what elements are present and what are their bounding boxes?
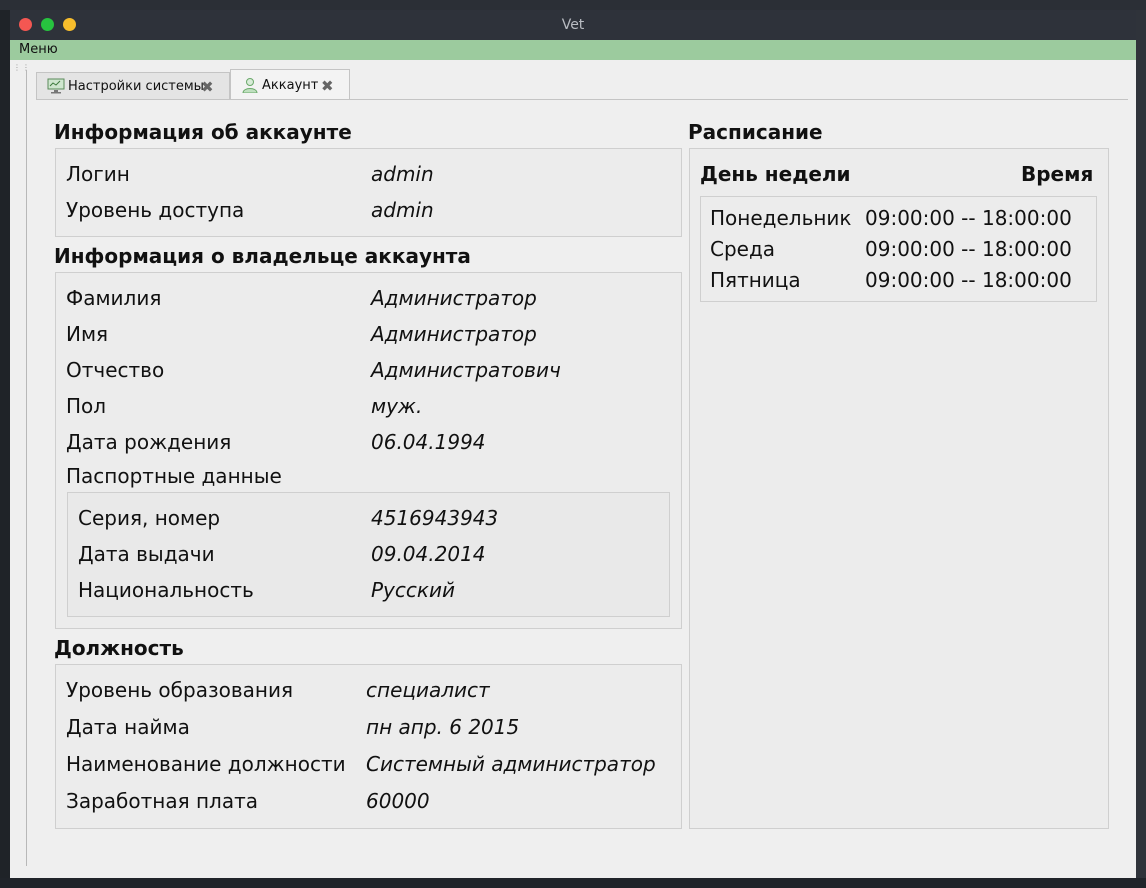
tab-account[interactable]: Аккаунт ✖	[230, 69, 350, 100]
schedule-time: 09:00:00 -- 18:00:00	[865, 268, 1072, 292]
nationality-value: Русский	[371, 578, 455, 602]
passport-number-value: 4516943943	[371, 506, 499, 530]
nationality-label: Национальность	[78, 578, 254, 602]
schedule-time: 09:00:00 -- 18:00:00	[865, 237, 1072, 261]
tab-label: Настройки системы	[68, 79, 204, 94]
tab-bar-divider	[36, 99, 1128, 100]
desktop-left-strip	[0, 10, 10, 880]
job-title-value: Системный администратор	[366, 752, 656, 776]
access-level-value: admin	[371, 198, 434, 222]
owner-info-heading: Информация о владельце аккаунта	[54, 244, 471, 268]
desktop-right-strip	[1136, 10, 1146, 880]
close-tab-icon[interactable]: ✖	[321, 77, 334, 95]
passport-panel: Серия, номер 4516943943 Дата выдачи 09.0…	[67, 492, 670, 617]
schedule-day: Понедельник	[710, 206, 852, 230]
owner-info-panel: Фамилия Администратор Имя Администратор …	[55, 272, 682, 629]
schedule-day: Пятница	[710, 268, 801, 292]
desktop-top-strip	[0, 0, 1146, 10]
salary-value: 60000	[366, 789, 430, 813]
schedule-panel: День недели Время Понедельник 09:00:00 -…	[689, 148, 1109, 829]
position-heading: Должность	[54, 636, 184, 660]
gender-label: Пол	[66, 394, 107, 418]
passport-label: Паспортные данные	[66, 464, 282, 488]
surname-value: Администратор	[371, 286, 537, 310]
day-column-header: День недели	[700, 162, 851, 186]
hire-date-label: Дата найма	[66, 715, 190, 739]
surname-label: Фамилия	[66, 286, 162, 310]
education-value: специалист	[366, 678, 490, 702]
schedule-table: Понедельник 09:00:00 -- 18:00:00 Среда 0…	[700, 196, 1097, 302]
monitor-icon	[47, 78, 65, 94]
first-name-label: Имя	[66, 322, 109, 346]
schedule-heading: Расписание	[688, 120, 823, 144]
schedule-day: Среда	[710, 237, 776, 261]
account-info-panel: Логин admin Уровень доступа admin	[55, 148, 682, 237]
close-tab-icon[interactable]: ✖	[201, 78, 214, 96]
education-label: Уровень образования	[66, 678, 293, 702]
desktop-bottom-strip	[0, 878, 1146, 888]
window-title: Vet	[561, 17, 585, 33]
patronymic-label: Отчество	[66, 358, 165, 382]
job-title-label: Наименование должности	[66, 752, 346, 776]
birth-date-label: Дата рождения	[66, 430, 232, 454]
resize-grip[interactable]: ⋮⋮	[13, 63, 31, 72]
schedule-time: 09:00:00 -- 18:00:00	[865, 206, 1072, 230]
access-level-label: Уровень доступа	[66, 198, 245, 222]
menu-item-menu[interactable]: Меню	[19, 42, 58, 57]
login-value: admin	[371, 162, 434, 186]
user-icon	[242, 78, 258, 93]
hire-date-value: пн апр. 6 2015	[366, 715, 520, 739]
splitter-line	[26, 70, 27, 866]
position-panel: Уровень образования специалист Дата найм…	[55, 664, 682, 829]
app-window: Vet Меню ⋮⋮ Настройки системы ✖ Аккаунт …	[10, 10, 1136, 878]
first-name-value: Администратор	[371, 322, 537, 346]
title-bar[interactable]: Vet	[10, 10, 1136, 40]
login-label: Логин	[66, 162, 130, 186]
birth-date-value: 06.04.1994	[371, 430, 486, 454]
passport-number-label: Серия, номер	[78, 506, 221, 530]
tab-system-settings[interactable]: Настройки системы ✖	[36, 72, 230, 100]
patronymic-value: Администратович	[371, 358, 561, 382]
time-column-header: Время	[1021, 162, 1094, 186]
account-info-heading: Информация об аккаунте	[54, 120, 352, 144]
menu-bar: Меню	[10, 40, 1136, 60]
tab-label: Аккаунт	[262, 78, 319, 93]
gender-value: муж.	[371, 394, 423, 418]
salary-label: Заработная плата	[66, 789, 258, 813]
issue-date-value: 09.04.2014	[371, 542, 486, 566]
issue-date-label: Дата выдачи	[78, 542, 215, 566]
